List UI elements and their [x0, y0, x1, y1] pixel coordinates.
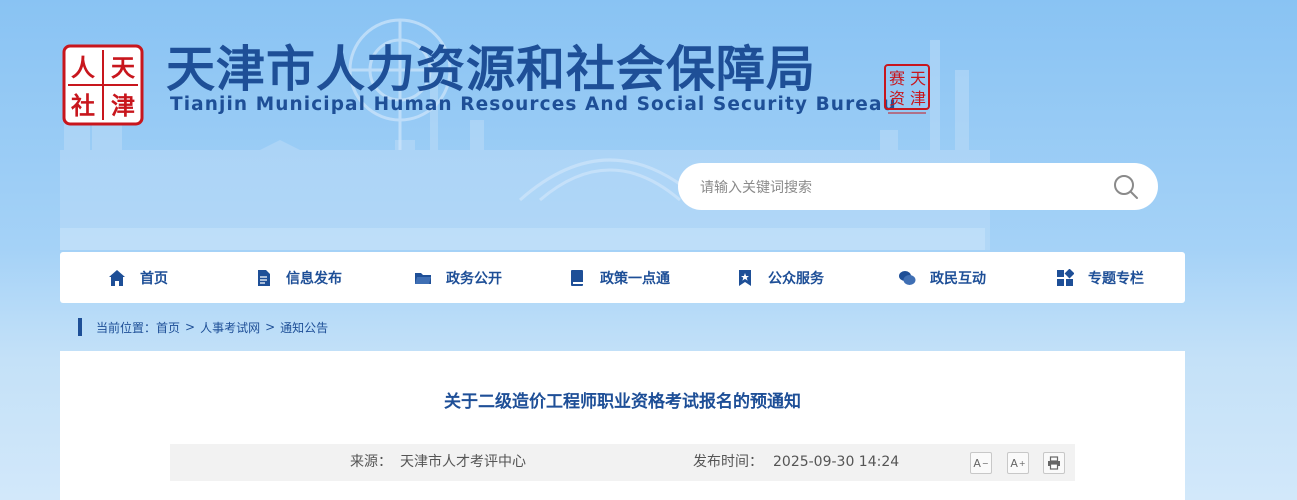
- source-value: 天津市人才考评中心: [400, 454, 526, 470]
- site-title-chinese: 天津市人力资源和社会保障局: [166, 41, 817, 98]
- stamp-char-1: 天: [910, 69, 926, 88]
- breadcrumb-separator: >: [265, 320, 276, 334]
- nav-label-info-release: 信息发布: [286, 270, 342, 287]
- nav-label-special-topics: 专题专栏: [1088, 270, 1144, 287]
- print-icon: [1048, 456, 1060, 470]
- nav-item-info-release[interactable]: 信息发布: [254, 252, 342, 303]
- nav-label-public-service: 公众服务: [768, 270, 824, 287]
- logo-char-1: 人: [71, 53, 95, 82]
- breadcrumb-separator: >: [185, 320, 196, 334]
- breadcrumb-link-notices[interactable]: 通知公告: [280, 319, 328, 336]
- publish-date-value: 2025-09-30 14:24: [773, 454, 900, 470]
- logo-char-2: 天: [111, 53, 135, 82]
- breadcrumb-link-home[interactable]: 首页: [156, 319, 180, 336]
- tianjin-seal-stamp: 天 津 赛 资: [884, 64, 930, 114]
- logo-char-3: 社: [71, 91, 95, 120]
- stamp-char-2: 津: [910, 89, 926, 108]
- article-container: 关于二级造价工程师职业资格考试报名的预通知 来源： 天津市人才考评中心 发布时间…: [60, 351, 1185, 500]
- print-button[interactable]: [1043, 452, 1065, 474]
- nav-item-public-service[interactable]: 公众服务: [736, 252, 824, 303]
- folder-icon: [415, 272, 431, 284]
- nav-item-interaction[interactable]: 政民互动: [898, 252, 986, 303]
- breadcrumb-link-exam-site[interactable]: 人事考试网: [200, 319, 260, 336]
- nav-item-government-affairs[interactable]: 政务公开: [414, 252, 502, 303]
- decrease-font-button[interactable]: A −: [970, 452, 992, 474]
- source-label: 来源：: [350, 454, 392, 470]
- decrease-font-icon: A: [973, 456, 981, 470]
- increase-font-sign: +: [1018, 458, 1026, 468]
- breadcrumb-marker: [78, 318, 82, 336]
- site-title-english: Tianjin Municipal Human Resources And So…: [170, 94, 897, 115]
- bookmark-star-icon: [739, 269, 751, 286]
- stamp-char-4: 资: [889, 89, 905, 108]
- grid-icon: [1057, 268, 1074, 286]
- home-icon: [109, 269, 125, 286]
- nav-label-home: 首页: [140, 270, 168, 287]
- main-navigation: 首页 信息发布 政务公开 政策一点通 公众服务 政民互动 专题专栏: [60, 252, 1185, 303]
- logo-char-4: 津: [111, 91, 135, 120]
- breadcrumb: 当前位置： 首页 > 人事考试网 > 通知公告: [78, 317, 328, 337]
- skyline-background: [60, 18, 990, 250]
- bureau-logo: 人 天 社 津: [62, 44, 144, 126]
- book-icon: [571, 269, 583, 286]
- article-title: 关于二级造价工程师职业资格考试报名的预通知: [444, 392, 801, 412]
- search-icon[interactable]: [1112, 173, 1140, 201]
- chat-icon: [899, 270, 916, 285]
- document-icon: [258, 269, 270, 286]
- article-meta-bar: 来源： 天津市人才考评中心 发布时间： 2025-09-30 14:24 A − …: [170, 444, 1075, 481]
- search-input[interactable]: [698, 163, 1102, 212]
- stamp-char-3: 赛: [889, 69, 905, 88]
- increase-font-button[interactable]: A +: [1007, 452, 1029, 474]
- search-box: [678, 163, 1158, 212]
- increase-font-icon: A: [1010, 456, 1018, 470]
- nav-label-policy: 政策一点通: [600, 270, 670, 287]
- nav-label-government-affairs: 政务公开: [446, 270, 502, 287]
- publish-date-label: 发布时间：: [693, 454, 763, 470]
- decrease-font-sign: −: [981, 458, 989, 468]
- nav-item-special-topics[interactable]: 专题专栏: [1056, 252, 1144, 303]
- nav-item-home[interactable]: 首页: [108, 252, 168, 303]
- nav-label-interaction: 政民互动: [930, 270, 986, 287]
- breadcrumb-prefix: 当前位置：: [96, 320, 157, 335]
- nav-item-policy[interactable]: 政策一点通: [568, 252, 670, 303]
